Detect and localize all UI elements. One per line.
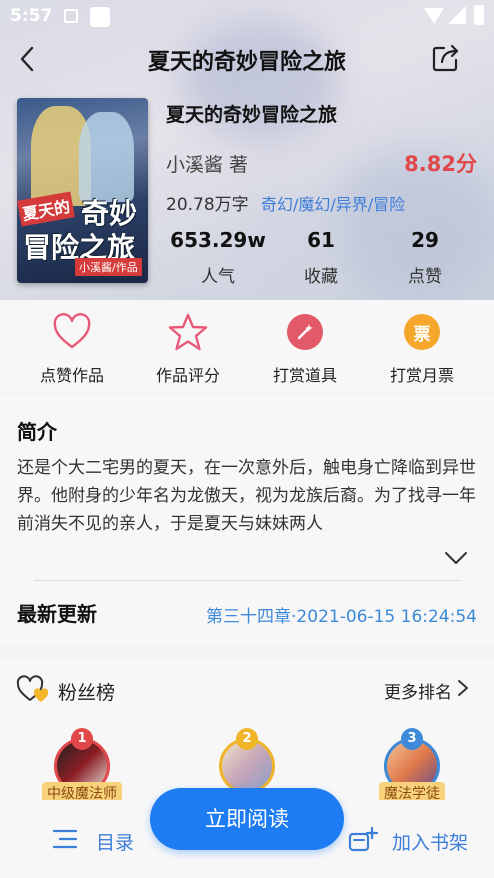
tip-item-button[interactable]: 打赏道具: [250, 312, 360, 386]
stat-label: 点赞: [408, 267, 442, 287]
action-label: 打赏月票: [389, 366, 454, 385]
stat-likes: 29 点赞: [375, 228, 475, 287]
catalog-button[interactable]: 目录: [96, 828, 134, 855]
star-icon: [168, 313, 208, 351]
stat-value: 653.29w: [170, 228, 266, 252]
fan-hearts-icon: [16, 675, 49, 702]
wand-icon: [287, 314, 323, 350]
cover-character-silver: [79, 112, 134, 202]
fan-rank-1[interactable]: 1 中级魔法师: [32, 728, 132, 808]
share-icon[interactable]: [430, 42, 462, 74]
genre-tags[interactable]: 奇幻/魔幻/异界/冒险: [261, 191, 405, 215]
stat-label: 收藏: [304, 267, 338, 287]
stat-label: 人气: [201, 267, 235, 287]
stat-favorites: 61 收藏: [271, 228, 371, 287]
stat-value: 29: [411, 228, 439, 252]
chevron-right-icon[interactable]: [456, 678, 470, 698]
rank-badge: 2: [236, 728, 258, 750]
rank-badge: 1: [71, 728, 93, 750]
cover-title-part1: 夏天的: [17, 191, 75, 227]
wifi-icon: [424, 8, 444, 24]
notification-icon: [64, 9, 78, 23]
book-score: 8.82分: [404, 152, 477, 176]
divider: [34, 580, 461, 581]
status-bar: 5:57: [0, 0, 494, 34]
action-row: 点赞作品 作品评分 打赏道具 票 打赏月票: [0, 300, 494, 392]
status-time: 5:57: [10, 6, 53, 26]
add-to-shelf-icon[interactable]: [348, 826, 378, 854]
latest-chapter-link[interactable]: 第三十四章·2021-06-15 16:24:54: [206, 602, 477, 627]
signal-icon: [448, 6, 466, 24]
book-author[interactable]: 小溪酱 著: [166, 150, 248, 177]
top-bar: 夏天的奇妙冒险之旅: [0, 34, 494, 84]
action-label: 点赞作品: [39, 366, 104, 385]
ticket-icon: 票: [404, 314, 440, 350]
fan-rank-3[interactable]: 3 魔法学徒: [362, 728, 462, 808]
intro-heading: 简介: [17, 420, 57, 444]
read-now-button[interactable]: 立即阅读: [150, 788, 344, 850]
fan-ranking-title: 粉丝榜: [58, 682, 116, 704]
rate-book-button[interactable]: 作品评分: [133, 312, 243, 386]
stat-value: 61: [307, 228, 335, 252]
intro-text: 还是个大二宅男的夏天，在一次意外后，触电身亡降临到异世界。他附身的少年名为龙傲天…: [17, 458, 476, 534]
stat-popularity: 653.29w 人气: [168, 228, 268, 287]
tip-monthly-ticket-button[interactable]: 票 打赏月票: [367, 312, 477, 386]
add-to-shelf-button[interactable]: 加入书架: [392, 828, 468, 855]
catalog-icon[interactable]: [52, 828, 78, 850]
book-cover[interactable]: 夏天的 奇妙 冒险之旅 小溪酱/作品: [17, 98, 148, 283]
battery-icon: [474, 5, 484, 25]
intro-section: 简介 还是个大二宅男的夏天，在一次意外后，触电身亡降临到异世界。他附身的少年名为…: [0, 394, 494, 644]
heart-icon: [53, 313, 91, 349]
rank-badge: 3: [401, 728, 423, 750]
action-label: 作品评分: [155, 366, 220, 385]
back-icon[interactable]: [14, 42, 44, 76]
more-rankings-link[interactable]: 更多排名: [384, 678, 452, 703]
like-book-button[interactable]: 点赞作品: [17, 312, 127, 386]
latest-update-label: 最新更新: [17, 602, 97, 626]
word-count: 20.78万字: [166, 195, 249, 215]
action-label: 打赏道具: [272, 366, 337, 385]
cover-author-tag: 小溪酱/作品: [75, 258, 142, 276]
chevron-down-icon[interactable]: [444, 550, 468, 566]
page-title: 夏天的奇妙冒险之旅: [147, 50, 346, 75]
book-name: 夏天的奇妙冒险之旅: [166, 104, 338, 126]
app-notification-icon: [90, 7, 110, 27]
